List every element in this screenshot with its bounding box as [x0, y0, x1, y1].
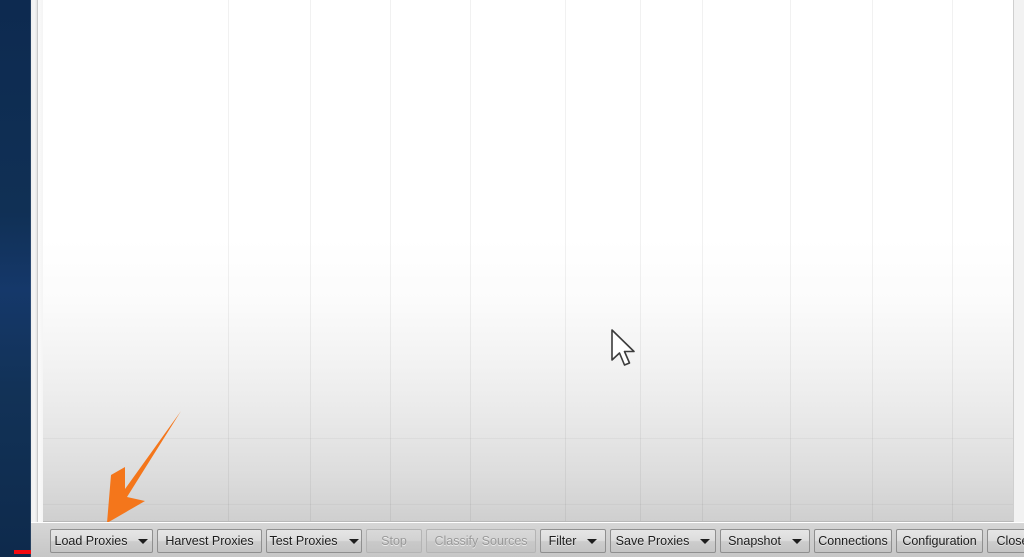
grid-column-separator: [310, 0, 311, 521]
grid-column-separator: [952, 0, 953, 521]
close-button[interactable]: Close: [987, 529, 1024, 553]
close-label: Close: [996, 533, 1024, 548]
filter-label: Filter: [548, 533, 577, 548]
configuration-label: Configuration: [902, 533, 977, 548]
grid-column-separator: [872, 0, 873, 521]
toolbar-button-row: Load Proxies Harvest Proxies Test Proxie…: [50, 529, 1024, 553]
chevron-down-icon[interactable]: [700, 538, 711, 544]
grid-row-separator: [43, 438, 1013, 439]
save-proxies-button[interactable]: Save Proxies: [610, 529, 716, 553]
chevron-down-icon[interactable]: [348, 538, 359, 544]
harvest-proxies-button[interactable]: Harvest Proxies: [157, 529, 262, 553]
load-proxies-label: Load Proxies: [54, 533, 128, 548]
snapshot-button[interactable]: Snapshot: [720, 529, 810, 553]
grid-column-separator: [565, 0, 566, 521]
connections-button[interactable]: Connections: [814, 529, 892, 553]
chevron-down-icon[interactable]: [138, 538, 149, 544]
grid-column-separator: [640, 0, 641, 521]
harvest-proxies-label: Harvest Proxies: [165, 533, 254, 548]
grid-column-separator: [228, 0, 229, 521]
configuration-button[interactable]: Configuration: [896, 529, 983, 553]
bottom-toolbar: Load Proxies Harvest Proxies Test Proxie…: [31, 522, 1024, 557]
grid-column-separator: [790, 0, 791, 521]
chevron-down-icon[interactable]: [587, 538, 598, 544]
connections-label: Connections: [818, 533, 888, 548]
test-proxies-button[interactable]: Test Proxies: [266, 529, 362, 553]
grid-row-separator: [43, 504, 1013, 505]
stop-button: Stop: [366, 529, 422, 553]
load-proxies-button[interactable]: Load Proxies: [50, 529, 153, 553]
classify-sources-label: Classify Sources: [434, 533, 528, 548]
stop-label: Stop: [381, 533, 407, 548]
grid-column-separator: [470, 0, 471, 521]
proxy-list-grid[interactable]: [43, 0, 1014, 522]
grid-column-separator: [390, 0, 391, 521]
desktop-background-strip: [0, 0, 31, 557]
chevron-down-icon[interactable]: [791, 538, 802, 544]
classify-sources-button: Classify Sources: [426, 529, 536, 553]
filter-button[interactable]: Filter: [540, 529, 606, 553]
test-proxies-label: Test Proxies: [269, 533, 338, 548]
save-proxies-label: Save Proxies: [615, 533, 690, 548]
application-window: Load Proxies Harvest Proxies Test Proxie…: [0, 0, 1024, 557]
snapshot-label: Snapshot: [728, 533, 781, 548]
grid-column-separator: [702, 0, 703, 521]
